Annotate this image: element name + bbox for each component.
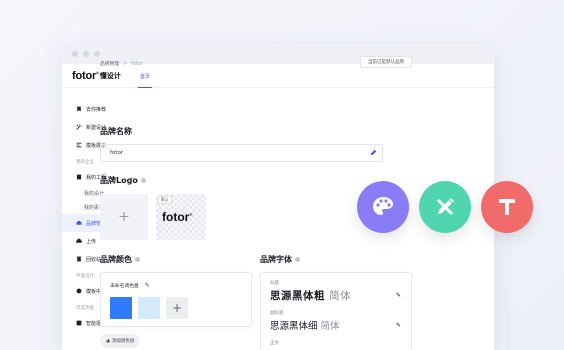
- help-icon[interactable]: [135, 257, 140, 262]
- edit-pen-icon[interactable]: [369, 149, 377, 157]
- font-panel: 标题 思源黑体粗 简体 ✎ 副标题 思源黑体细 简体 ✎ 正文: [260, 272, 412, 350]
- color-palette-panel: 未命名调色盘 ✎ +: [100, 272, 252, 327]
- cutout-icon: [76, 320, 82, 326]
- logo-card[interactable]: 默认 fotor®: [156, 194, 206, 240]
- brand-name-input[interactable]: fotor: [100, 144, 383, 162]
- pencil-ruler-icon: [437, 198, 454, 215]
- palette-name[interactable]: 未命名调色盘 ✎: [110, 282, 150, 289]
- palette-feature-badge: [357, 181, 409, 233]
- template-icon: [76, 142, 82, 148]
- globe-icon: [76, 288, 82, 294]
- brand-logo-heading: 品牌Logo: [100, 175, 146, 186]
- brand-icon: [76, 220, 82, 225]
- font-title-label: 标题: [270, 281, 279, 286]
- add-logo-button[interactable]: +: [100, 194, 148, 240]
- help-icon[interactable]: [295, 257, 300, 262]
- trash-icon: [76, 256, 82, 262]
- window-dot: [83, 51, 89, 57]
- default-tag: 默认: [158, 196, 172, 204]
- breadcrumb: 品牌管理 > fotor: [100, 60, 143, 67]
- add-palette-button[interactable]: ◕ 添加调色盘: [100, 334, 141, 348]
- design-tools-feature-badge: [419, 181, 471, 233]
- palette-icon: [373, 197, 393, 215]
- brand-name-heading: 品牌名称: [100, 127, 132, 136]
- edit-pen-icon[interactable]: ✎: [396, 292, 401, 299]
- font-body-label: 正文: [270, 341, 279, 346]
- app-logo[interactable]: fotor®: [72, 70, 99, 82]
- edit-pen-icon[interactable]: ✎: [145, 282, 150, 289]
- text-feature-badge: [481, 181, 533, 233]
- breadcrumb-separator: >: [123, 62, 128, 67]
- color-swatch[interactable]: [110, 297, 132, 319]
- font-subtitle-label: 副标题: [270, 311, 284, 316]
- brand-font-heading: 品牌字体: [260, 254, 300, 265]
- magic-wand-icon: [76, 124, 82, 130]
- font-title-sample[interactable]: 思源黑体粗 简体: [270, 288, 351, 303]
- document-icon: [76, 174, 82, 180]
- text-icon: [499, 199, 515, 215]
- palette-icon: ◕: [106, 338, 110, 344]
- color-swatch[interactable]: [138, 297, 160, 319]
- bookmark-icon: [77, 106, 81, 112]
- brand-color-heading: 品牌颜色: [100, 254, 140, 265]
- brand-logo-image: fotor®: [162, 210, 193, 224]
- font-subtitle-sample[interactable]: 思源黑体细 简体: [270, 318, 340, 332]
- window-dot: [72, 51, 78, 57]
- breadcrumb-parent[interactable]: 品牌管理: [100, 62, 119, 67]
- default-brand-button[interactable]: 当前已是默认品牌: [360, 56, 412, 68]
- help-icon[interactable]: [140, 178, 146, 183]
- add-color-button[interactable]: +: [166, 297, 188, 319]
- edit-pen-icon[interactable]: ✎: [396, 322, 401, 329]
- breadcrumb-current: fotor: [131, 62, 143, 67]
- cloud-upload-icon: [76, 238, 82, 243]
